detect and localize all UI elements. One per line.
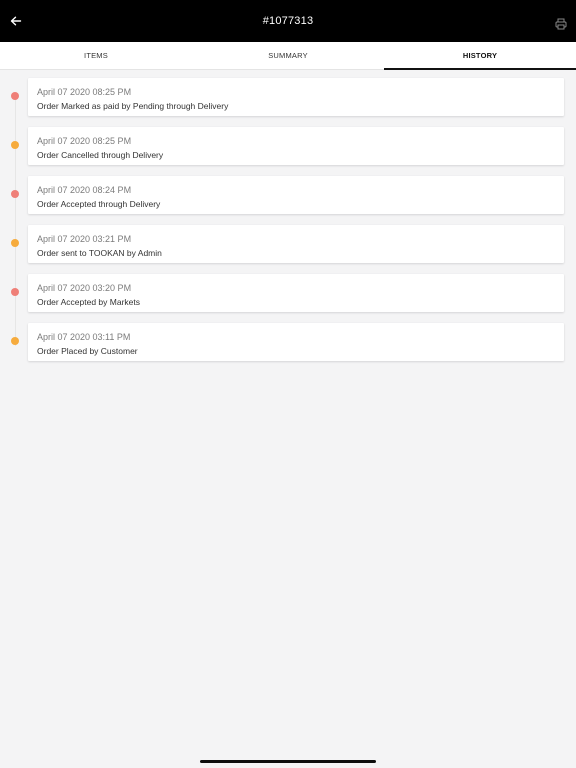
history-entry: April 07 2020 03:11 PM Order Placed by C… [0, 323, 576, 361]
history-entry: April 07 2020 03:20 PM Order Accepted by… [0, 274, 576, 312]
print-button[interactable] [554, 17, 568, 31]
history-description: Order Accepted by Markets [37, 297, 140, 307]
history-timestamp: April 07 2020 08:24 PM [37, 185, 132, 195]
timeline-dot [11, 190, 19, 198]
history-card: April 07 2020 03:11 PM Order Placed by C… [28, 323, 564, 361]
home-indicator[interactable] [200, 760, 376, 763]
timeline-dot [11, 337, 19, 345]
tab-summary[interactable]: SUMMARY [192, 42, 384, 69]
history-description: Order Accepted through Delivery [37, 199, 161, 209]
tab-items[interactable]: ITEMS [0, 42, 192, 69]
top-bar: #1077313 [0, 0, 576, 42]
tab-history[interactable]: HISTORY [384, 42, 576, 70]
history-card: April 07 2020 08:24 PM Order Accepted th… [28, 176, 564, 214]
history-description: Order Marked as paid by Pending through … [37, 101, 229, 111]
history-timestamp: April 07 2020 03:20 PM [37, 283, 132, 293]
history-entry: April 07 2020 08:25 PM Order Cancelled t… [0, 127, 576, 165]
history-card: April 07 2020 03:20 PM Order Accepted by… [28, 274, 564, 312]
timeline-dot [11, 239, 19, 247]
history-timestamp: April 07 2020 03:21 PM [37, 234, 132, 244]
history-card: April 07 2020 08:25 PM Order Cancelled t… [28, 127, 564, 165]
history-card: April 07 2020 08:25 PM Order Marked as p… [28, 78, 564, 116]
history-timestamp: April 07 2020 08:25 PM [37, 87, 132, 97]
page-title: #1077313 [262, 15, 314, 27]
history-timestamp: April 07 2020 08:25 PM [37, 136, 132, 146]
history-description: Order Cancelled through Delivery [37, 150, 164, 160]
history-entry: April 07 2020 03:21 PM Order sent to TOO… [0, 225, 576, 263]
timeline-dot [11, 288, 19, 296]
history-description: Order Placed by Customer [37, 346, 138, 356]
history-description: Order sent to TOOKAN by Admin [37, 248, 162, 258]
timeline-dot [11, 92, 19, 100]
tab-bar: ITEMS SUMMARY HISTORY [0, 42, 576, 70]
timeline-dot [11, 141, 19, 149]
history-card: April 07 2020 03:21 PM Order sent to TOO… [28, 225, 564, 263]
history-entry: April 07 2020 08:25 PM Order Marked as p… [0, 78, 576, 116]
history-entry: April 07 2020 08:24 PM Order Accepted th… [0, 176, 576, 214]
history-timestamp: April 07 2020 03:11 PM [37, 332, 131, 342]
printer-icon [555, 18, 567, 30]
